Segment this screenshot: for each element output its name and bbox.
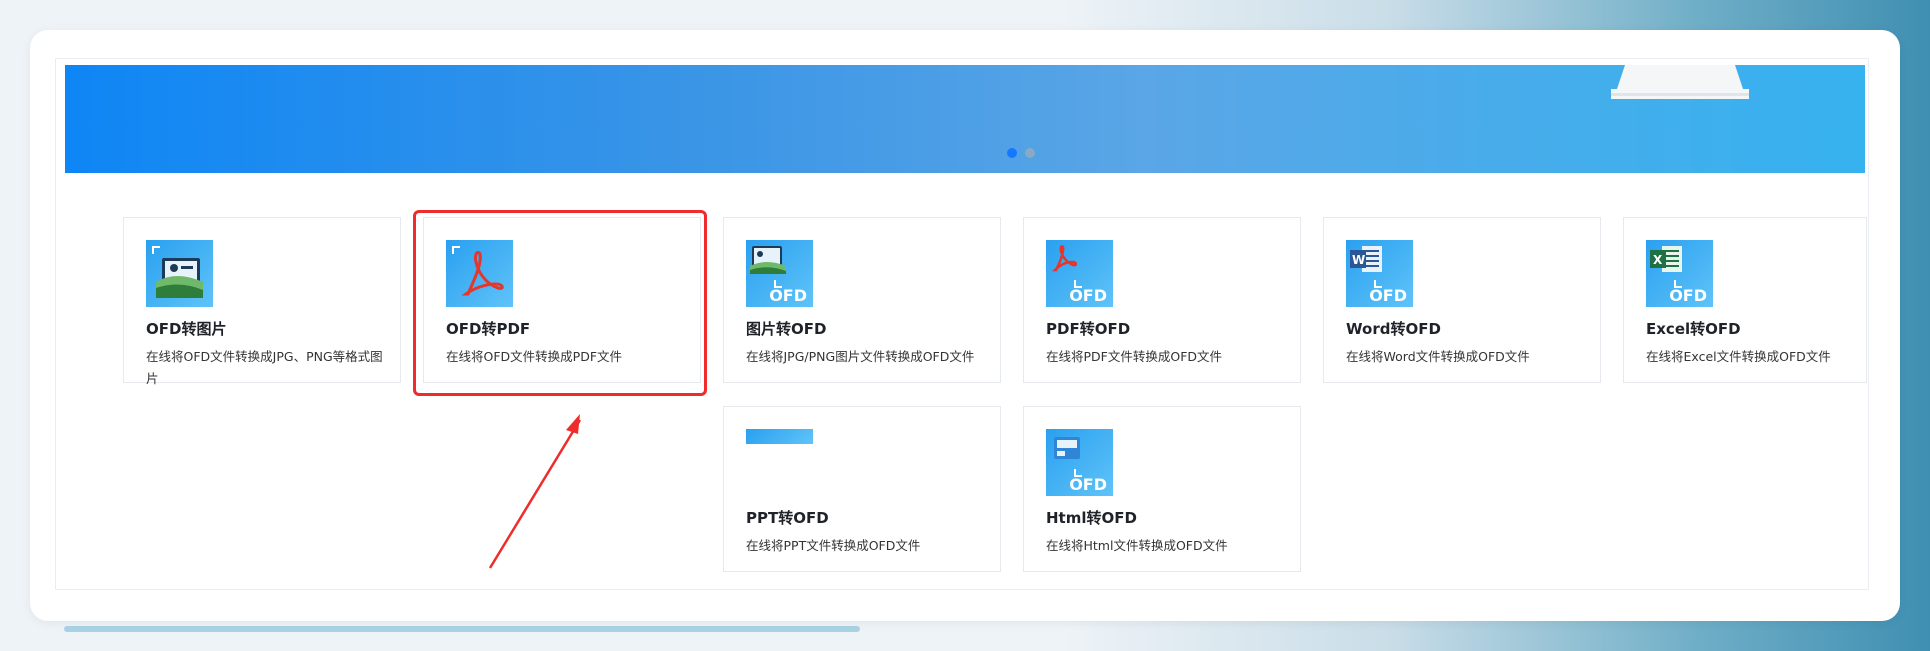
card-description: 在线将PDF文件转换成OFD文件 xyxy=(1046,349,1223,364)
carousel-dot-1[interactable] xyxy=(1007,148,1017,158)
card-description: 在线将PPT文件转换成OFD文件 xyxy=(746,538,921,553)
image-icon: OFD xyxy=(746,240,813,307)
tool-card-pdf-to-ofd[interactable]: OFD PDF转OFD 在线将PDF文件转换成OFD文件 xyxy=(1023,217,1301,383)
tool-card-ppt-to-ofd[interactable]: PPT转OFD 在线将PPT文件转换成OFD文件 xyxy=(723,406,1001,572)
tool-card-html-to-ofd[interactable]: OFD Html转OFD 在线将Html文件转换成OFD文件 xyxy=(1023,406,1301,572)
ofd-badge: OFD xyxy=(769,286,807,305)
bottom-scroll-indicator xyxy=(64,626,860,632)
banner-illustration xyxy=(1611,65,1749,99)
svg-text:X: X xyxy=(1653,253,1663,267)
word-icon: W OFD xyxy=(1346,240,1413,307)
ofd-badge: OFD xyxy=(1069,475,1107,494)
card-title: OFD转图片 xyxy=(146,320,227,338)
annotation-arrow xyxy=(488,414,582,569)
svg-text:W: W xyxy=(1352,253,1365,267)
ofd-badge: OFD xyxy=(1669,286,1707,305)
tool-card-image-to-ofd[interactable]: OFD 图片转OFD 在线将JPG/PNG图片文件转换成OFD文件 xyxy=(723,217,1001,383)
banner-carousel[interactable] xyxy=(65,65,1865,173)
tool-card-ofd-to-image[interactable]: OFD转图片 在线将OFD文件转换成JPG、PNG等格式图片 xyxy=(123,217,401,386)
highlight-box xyxy=(413,210,707,396)
tool-card-word-to-ofd[interactable]: W OFD Word转OFD 在线将Word文件转换成OFD文件 xyxy=(1323,217,1601,383)
card-title: 图片转OFD xyxy=(746,320,827,338)
card-description: 在线将Excel文件转换成OFD文件 xyxy=(1646,349,1831,364)
ofd-badge: OFD xyxy=(1369,286,1407,305)
card-description: 在线将Html文件转换成OFD文件 xyxy=(1046,538,1228,553)
pdf-icon: OFD xyxy=(1046,240,1113,307)
card-title: Html转OFD xyxy=(1046,509,1137,527)
html-icon: OFD xyxy=(1046,429,1113,496)
image-icon xyxy=(146,240,213,307)
card-description: 在线将Word文件转换成OFD文件 xyxy=(1346,349,1530,364)
card-title: Excel转OFD xyxy=(1646,320,1741,338)
carousel-dot-2[interactable] xyxy=(1025,148,1035,158)
tool-card-excel-to-ofd[interactable]: X OFD Excel转OFD 在线将Excel文件转换成OFD文件 xyxy=(1623,217,1867,383)
card-title: PDF转OFD xyxy=(1046,320,1131,338)
card-title: PPT转OFD xyxy=(746,509,829,527)
ppt-icon xyxy=(746,429,813,444)
ofd-badge: OFD xyxy=(1069,286,1107,305)
card-description: 在线将JPG/PNG图片文件转换成OFD文件 xyxy=(746,349,975,364)
excel-icon: X OFD xyxy=(1646,240,1713,307)
card-description: 在线将OFD文件转换成JPG、PNG等格式图片 xyxy=(146,349,383,386)
carousel-dots xyxy=(1007,148,1035,158)
card-title: Word转OFD xyxy=(1346,320,1441,338)
